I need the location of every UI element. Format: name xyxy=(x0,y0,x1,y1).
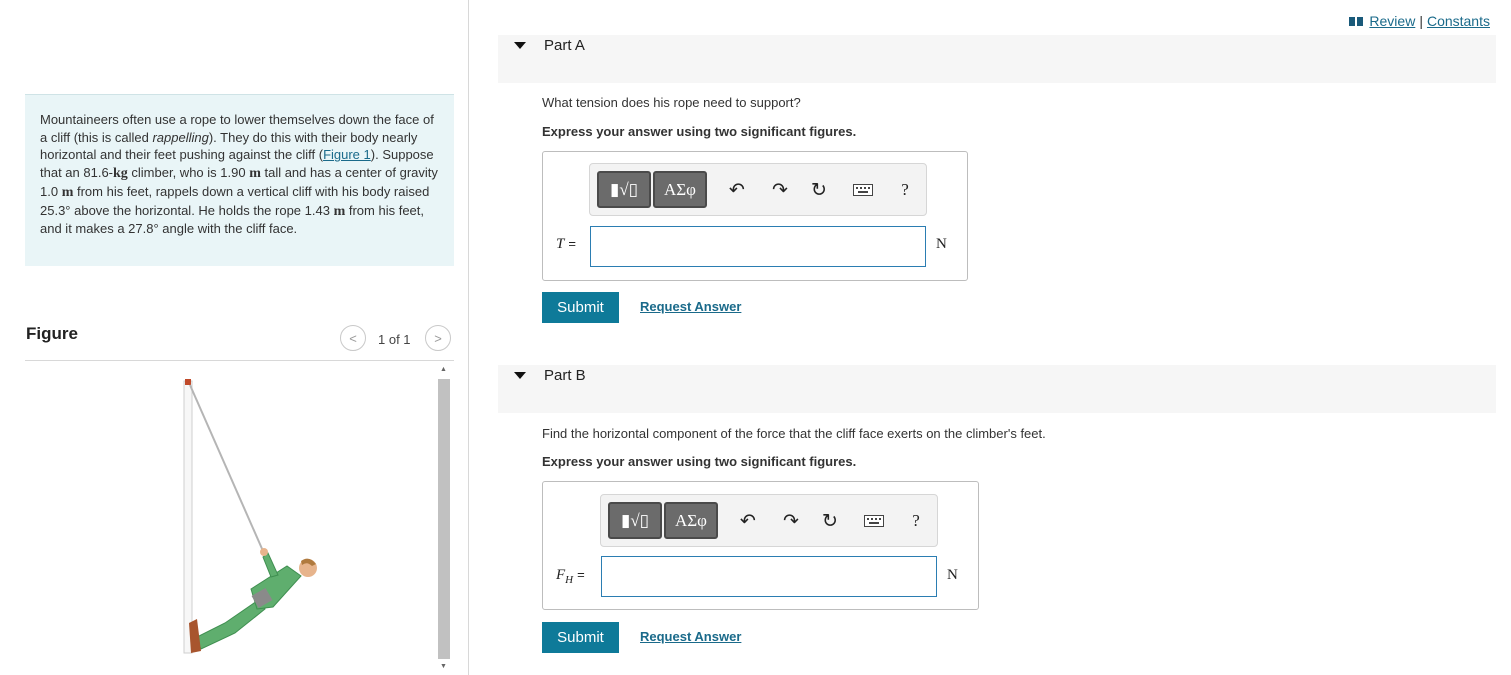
reset-icon[interactable]: ↻ xyxy=(806,177,832,203)
climber-arm xyxy=(262,552,279,578)
part-a-answer-box: ▮√▯ ΑΣφ ↶ ↷ ↻ ? T = N xyxy=(542,151,968,281)
help-icon[interactable]: ? xyxy=(892,177,918,203)
redo-icon[interactable]: ↷ xyxy=(767,177,793,203)
cliff-top xyxy=(185,379,191,385)
part-b-header[interactable]: Part B xyxy=(498,365,1496,413)
undo-icon[interactable]: ↶ xyxy=(735,508,761,534)
chevron-left-icon: < xyxy=(349,330,357,346)
link-separator: | xyxy=(1419,13,1423,29)
cliff-face xyxy=(183,380,193,654)
figure-counter: 1 of 1 xyxy=(378,332,411,347)
part-b-answer-box: ▮√▯ ΑΣφ ↶ ↷ ↻ ? FH = N xyxy=(542,481,979,610)
part-a-request-answer-link[interactable]: Request Answer xyxy=(640,299,741,314)
scroll-up-icon[interactable]: ▲ xyxy=(440,366,447,373)
problem-text: climber, who is 1.90 xyxy=(127,165,250,181)
help-icon[interactable]: ? xyxy=(903,508,929,534)
part-a-math-toolbar: ▮√▯ ΑΣφ ↶ ↷ ↻ ? xyxy=(589,163,927,216)
climber-legs xyxy=(194,600,266,650)
greek-symbols-icon: ΑΣφ xyxy=(675,510,707,530)
caret-down-icon[interactable] xyxy=(514,372,526,379)
figure-link[interactable]: Figure 1 xyxy=(323,147,371,162)
part-a-header[interactable]: Part A xyxy=(498,35,1496,83)
greek-symbols-button[interactable]: ΑΣφ xyxy=(664,502,718,539)
header-links: Review | Constants xyxy=(1349,13,1490,29)
templates-icon: ▮√▯ xyxy=(609,179,639,199)
redo-icon[interactable]: ↷ xyxy=(778,508,804,534)
part-b-request-answer-link[interactable]: Request Answer xyxy=(640,629,741,644)
variable-symbol: T xyxy=(556,236,565,252)
constants-link[interactable]: Constants xyxy=(1427,13,1490,29)
part-b-title: Part B xyxy=(544,367,586,384)
undo-icon[interactable]: ↶ xyxy=(724,177,750,203)
templates-icon: ▮√▯ xyxy=(620,510,650,530)
caret-down-icon[interactable] xyxy=(514,42,526,49)
figure-image xyxy=(25,361,430,675)
part-a-answer-input[interactable] xyxy=(590,226,926,267)
part-a-title: Part A xyxy=(544,37,585,54)
part-a-question: What tension does his rope need to suppo… xyxy=(542,95,801,110)
templates-button[interactable]: ▮√▯ xyxy=(608,502,662,539)
left-panel: Mountaineers often use a rope to lower t… xyxy=(0,0,469,675)
figure-next-button[interactable]: > xyxy=(425,325,451,351)
unit-m: m xyxy=(333,203,346,219)
unit-kg: kg xyxy=(113,166,128,182)
part-b-math-toolbar: ▮√▯ ΑΣφ ↶ ↷ ↻ ? xyxy=(600,494,938,547)
book-icon xyxy=(1349,16,1364,26)
review-link[interactable]: Review xyxy=(1369,13,1415,29)
scroll-thumb[interactable] xyxy=(438,379,450,659)
variable-subscript: H xyxy=(565,574,574,586)
part-a-instruction: Express your answer using two significan… xyxy=(542,124,857,139)
unit-m: m xyxy=(61,184,74,200)
problem-statement: Mountaineers often use a rope to lower t… xyxy=(25,94,454,266)
part-b-variable: FH = xyxy=(556,567,585,586)
reset-icon[interactable]: ↻ xyxy=(817,508,843,534)
equals-sign: = xyxy=(568,236,576,251)
figure-title: Figure xyxy=(26,324,78,343)
part-b-instruction: Express your answer using two significan… xyxy=(542,454,857,469)
figure-scrollbar[interactable]: ▲ ▼ xyxy=(433,366,453,675)
part-b-submit-button[interactable]: Submit xyxy=(542,622,619,653)
figure-prev-button[interactable]: < xyxy=(340,325,366,351)
templates-button[interactable]: ▮√▯ xyxy=(597,171,651,208)
scroll-down-icon[interactable]: ▼ xyxy=(440,663,447,670)
part-a-unit: N xyxy=(936,236,947,252)
part-b-unit: N xyxy=(947,567,958,583)
equals-sign: = xyxy=(577,567,585,582)
chevron-right-icon: > xyxy=(434,330,442,346)
part-a-submit-button[interactable]: Submit xyxy=(542,292,619,323)
part-b-question: Find the horizontal component of the for… xyxy=(542,426,1046,441)
keyboard-icon[interactable] xyxy=(861,508,887,534)
keyboard-icon[interactable] xyxy=(850,177,876,203)
unit-m: m xyxy=(249,166,261,182)
climber-hand xyxy=(260,548,268,556)
greek-symbols-icon: ΑΣφ xyxy=(664,179,696,199)
rope xyxy=(189,384,264,552)
part-b-answer-input[interactable] xyxy=(601,556,937,597)
part-a-variable: T = xyxy=(556,236,576,253)
greek-symbols-button[interactable]: ΑΣφ xyxy=(653,171,707,208)
variable-symbol: F xyxy=(556,567,566,583)
problem-emphasis: rappelling xyxy=(152,129,209,145)
